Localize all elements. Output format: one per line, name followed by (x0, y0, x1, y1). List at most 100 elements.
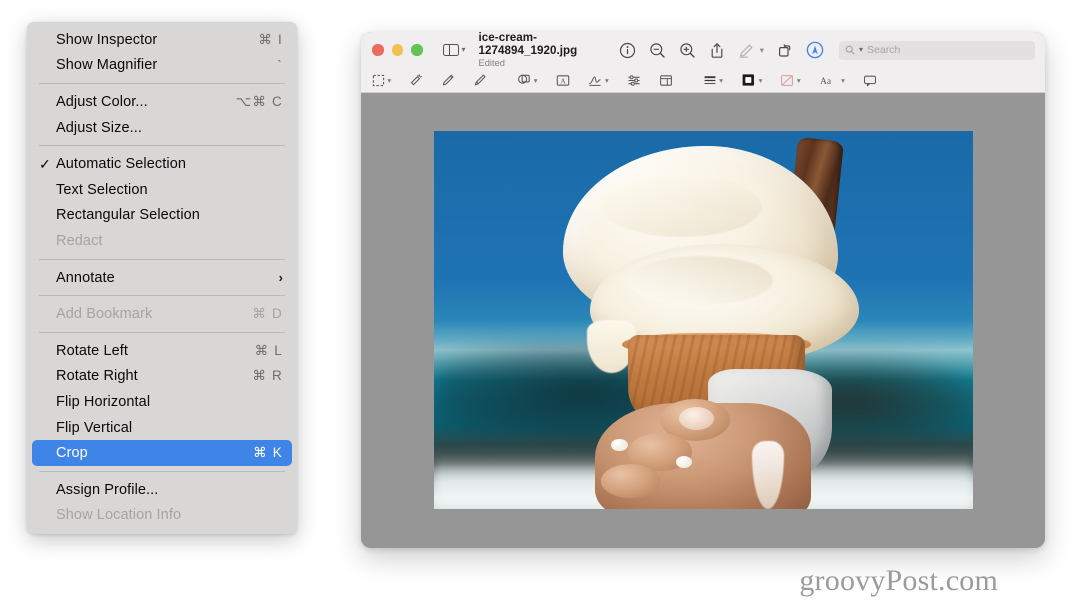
menu-item-automatic-selection[interactable]: ✓ Automatic Selection (27, 151, 297, 177)
chevron-down-icon[interactable]: ▾ (605, 76, 609, 85)
menu-item-label: Flip Vertical (56, 419, 133, 436)
chevron-down-icon[interactable]: ▾ (719, 76, 723, 85)
menu-item-label: Crop (56, 445, 88, 462)
menu-item-label: Add Bookmark (56, 306, 153, 323)
menu-item-shortcut: ⌘ L (254, 342, 283, 358)
menu-item-rotate-right[interactable]: Rotate Right ⌘ R (27, 364, 297, 390)
document-image[interactable] (433, 131, 973, 509)
menu-item-label: Rotate Left (56, 342, 129, 359)
search-input[interactable]: ▾ Search (839, 40, 1035, 60)
minimize-window-button[interactable] (391, 44, 403, 56)
sketch-icon[interactable] (441, 73, 455, 87)
menu-separator (39, 295, 285, 297)
menu-separator (39, 83, 285, 85)
menu-item-label: Redact (56, 232, 103, 249)
context-menu[interactable]: Show Inspector ⌘ I Show Magnifier ` Adju… (27, 22, 297, 535)
menu-item-show-magnifier[interactable]: Show Magnifier ` (27, 53, 297, 79)
menu-item-show-location-info: Show Location Info (27, 503, 297, 529)
menu-group: ✓ Automatic Selection Text Selection Rec… (27, 151, 297, 253)
menu-item-add-bookmark: Add Bookmark ⌘ D (27, 301, 297, 327)
chevron-down-icon: ▾ (461, 45, 466, 54)
ice-cream-swirl-highlight-upper (600, 176, 763, 237)
fill-color-icon[interactable]: ▾ (780, 74, 801, 87)
menu-separator (39, 331, 285, 333)
window-titlebar[interactable]: ▾ ice-cream-1274894_1920.jpg Edited ▾ ▾ … (361, 32, 1045, 68)
menu-item-crop[interactable]: Crop ⌘ K (32, 440, 292, 466)
info-icon[interactable] (619, 42, 636, 59)
selection-tool-icon[interactable]: ▾ (372, 74, 391, 87)
menu-item-annotate[interactable]: Annotate › (27, 265, 297, 291)
sidebar-toggle-button[interactable]: ▾ (442, 43, 466, 57)
search-placeholder: Search (867, 44, 901, 56)
zoom-out-icon[interactable] (649, 42, 666, 59)
markup-pen-icon[interactable] (738, 42, 755, 59)
chevron-down-icon[interactable]: ▾ (534, 76, 538, 85)
menu-item-shortcut: ⌘ R (252, 368, 283, 384)
chevron-down-icon[interactable]: ▾ (859, 46, 863, 54)
menu-item-rectangular-selection[interactable]: Rectangular Selection (27, 203, 297, 229)
menu-group: Rotate Left ⌘ L Rotate Right ⌘ R Flip Ho… (27, 338, 297, 466)
chevron-down-icon[interactable]: ▾ (797, 76, 801, 85)
highlight-icon[interactable] (806, 41, 824, 59)
menu-item-label: Rotate Right (56, 368, 138, 385)
menu-item-label: Annotate (56, 269, 115, 286)
instant-alpha-icon[interactable] (409, 73, 423, 87)
menu-item-adjust-color[interactable]: Adjust Color... ⌥⌘ C (27, 89, 297, 115)
svg-text:A: A (560, 76, 566, 85)
menu-item-label: Adjust Size... (56, 119, 143, 136)
menu-item-label: Assign Profile... (56, 481, 159, 498)
menu-item-flip-horizontal[interactable]: Flip Horizontal (27, 389, 297, 415)
search-icon (845, 45, 855, 55)
sign-icon[interactable]: ▾ (588, 74, 609, 87)
menu-separator (39, 470, 285, 472)
menu-item-assign-profile[interactable]: Assign Profile... (27, 477, 297, 503)
checkmark-icon: ✓ (39, 156, 51, 173)
menu-group: Assign Profile... Show Location Info (27, 477, 297, 528)
text-style-icon[interactable]: Aa ▾ (819, 74, 845, 87)
chevron-down-icon[interactable]: ▾ (841, 76, 845, 85)
menu-item-rotate-left[interactable]: Rotate Left ⌘ L (27, 338, 297, 364)
melted-drop-one (611, 439, 628, 452)
zoom-in-icon[interactable] (679, 42, 696, 59)
document-title-block: ice-cream-1274894_1920.jpg Edited (479, 32, 619, 69)
menu-item-label: Text Selection (56, 181, 148, 198)
menu-item-adjust-size[interactable]: Adjust Size... (27, 115, 297, 141)
shape-style-icon[interactable]: ▾ (703, 74, 723, 87)
menu-item-shortcut: ⌘ K (253, 445, 283, 461)
rotate-icon[interactable] (777, 42, 793, 59)
draw-icon[interactable] (473, 73, 487, 87)
border-color-icon[interactable]: ▾ (741, 73, 762, 87)
watermark: groovyPost.com (799, 564, 998, 597)
shapes-icon[interactable]: ▾ (517, 73, 538, 87)
crop-icon[interactable] (659, 74, 673, 87)
traffic-light-group (372, 44, 423, 56)
text-tool-icon[interactable]: A (556, 74, 570, 87)
menu-item-show-inspector[interactable]: Show Inspector ⌘ I (27, 27, 297, 53)
share-icon[interactable] (709, 42, 725, 59)
note-icon[interactable] (863, 74, 877, 87)
chevron-down-icon[interactable]: ▾ (760, 45, 764, 56)
menu-item-label: Automatic Selection (56, 156, 187, 173)
menu-item-label: Adjust Color... (56, 93, 148, 110)
ice-cream-swirl-highlight-lower (627, 255, 774, 305)
zoom-window-button[interactable] (411, 44, 423, 56)
chevron-down-icon[interactable]: ▾ (759, 76, 763, 85)
image-canvas[interactable] (361, 93, 1045, 547)
menu-item-flip-vertical[interactable]: Flip Vertical (27, 415, 297, 441)
menu-item-redact: Redact (27, 228, 297, 254)
sidebar-icon (442, 43, 459, 57)
menu-item-label: Show Location Info (56, 507, 182, 524)
close-window-button[interactable] (372, 44, 384, 56)
adjust-icon[interactable] (627, 74, 641, 87)
menu-separator (39, 258, 285, 260)
svg-text:Aa: Aa (820, 76, 832, 87)
menu-item-text-selection[interactable]: Text Selection (27, 177, 297, 203)
chevron-down-icon[interactable]: ▾ (388, 76, 392, 85)
preview-window[interactable]: ▾ ice-cream-1274894_1920.jpg Edited ▾ ▾ … (361, 32, 1045, 548)
menu-group: Annotate › (27, 265, 297, 291)
menu-group: Show Inspector ⌘ I Show Magnifier ` (27, 27, 297, 78)
menu-item-label: Show Inspector (56, 31, 158, 48)
menu-item-shortcut: ` (277, 57, 283, 73)
markup-toolbar[interactable]: ▾ ▾ A ▾ ▾ ▾ ▾ Aa ▾ (361, 68, 1045, 93)
thumbnail (678, 406, 714, 430)
